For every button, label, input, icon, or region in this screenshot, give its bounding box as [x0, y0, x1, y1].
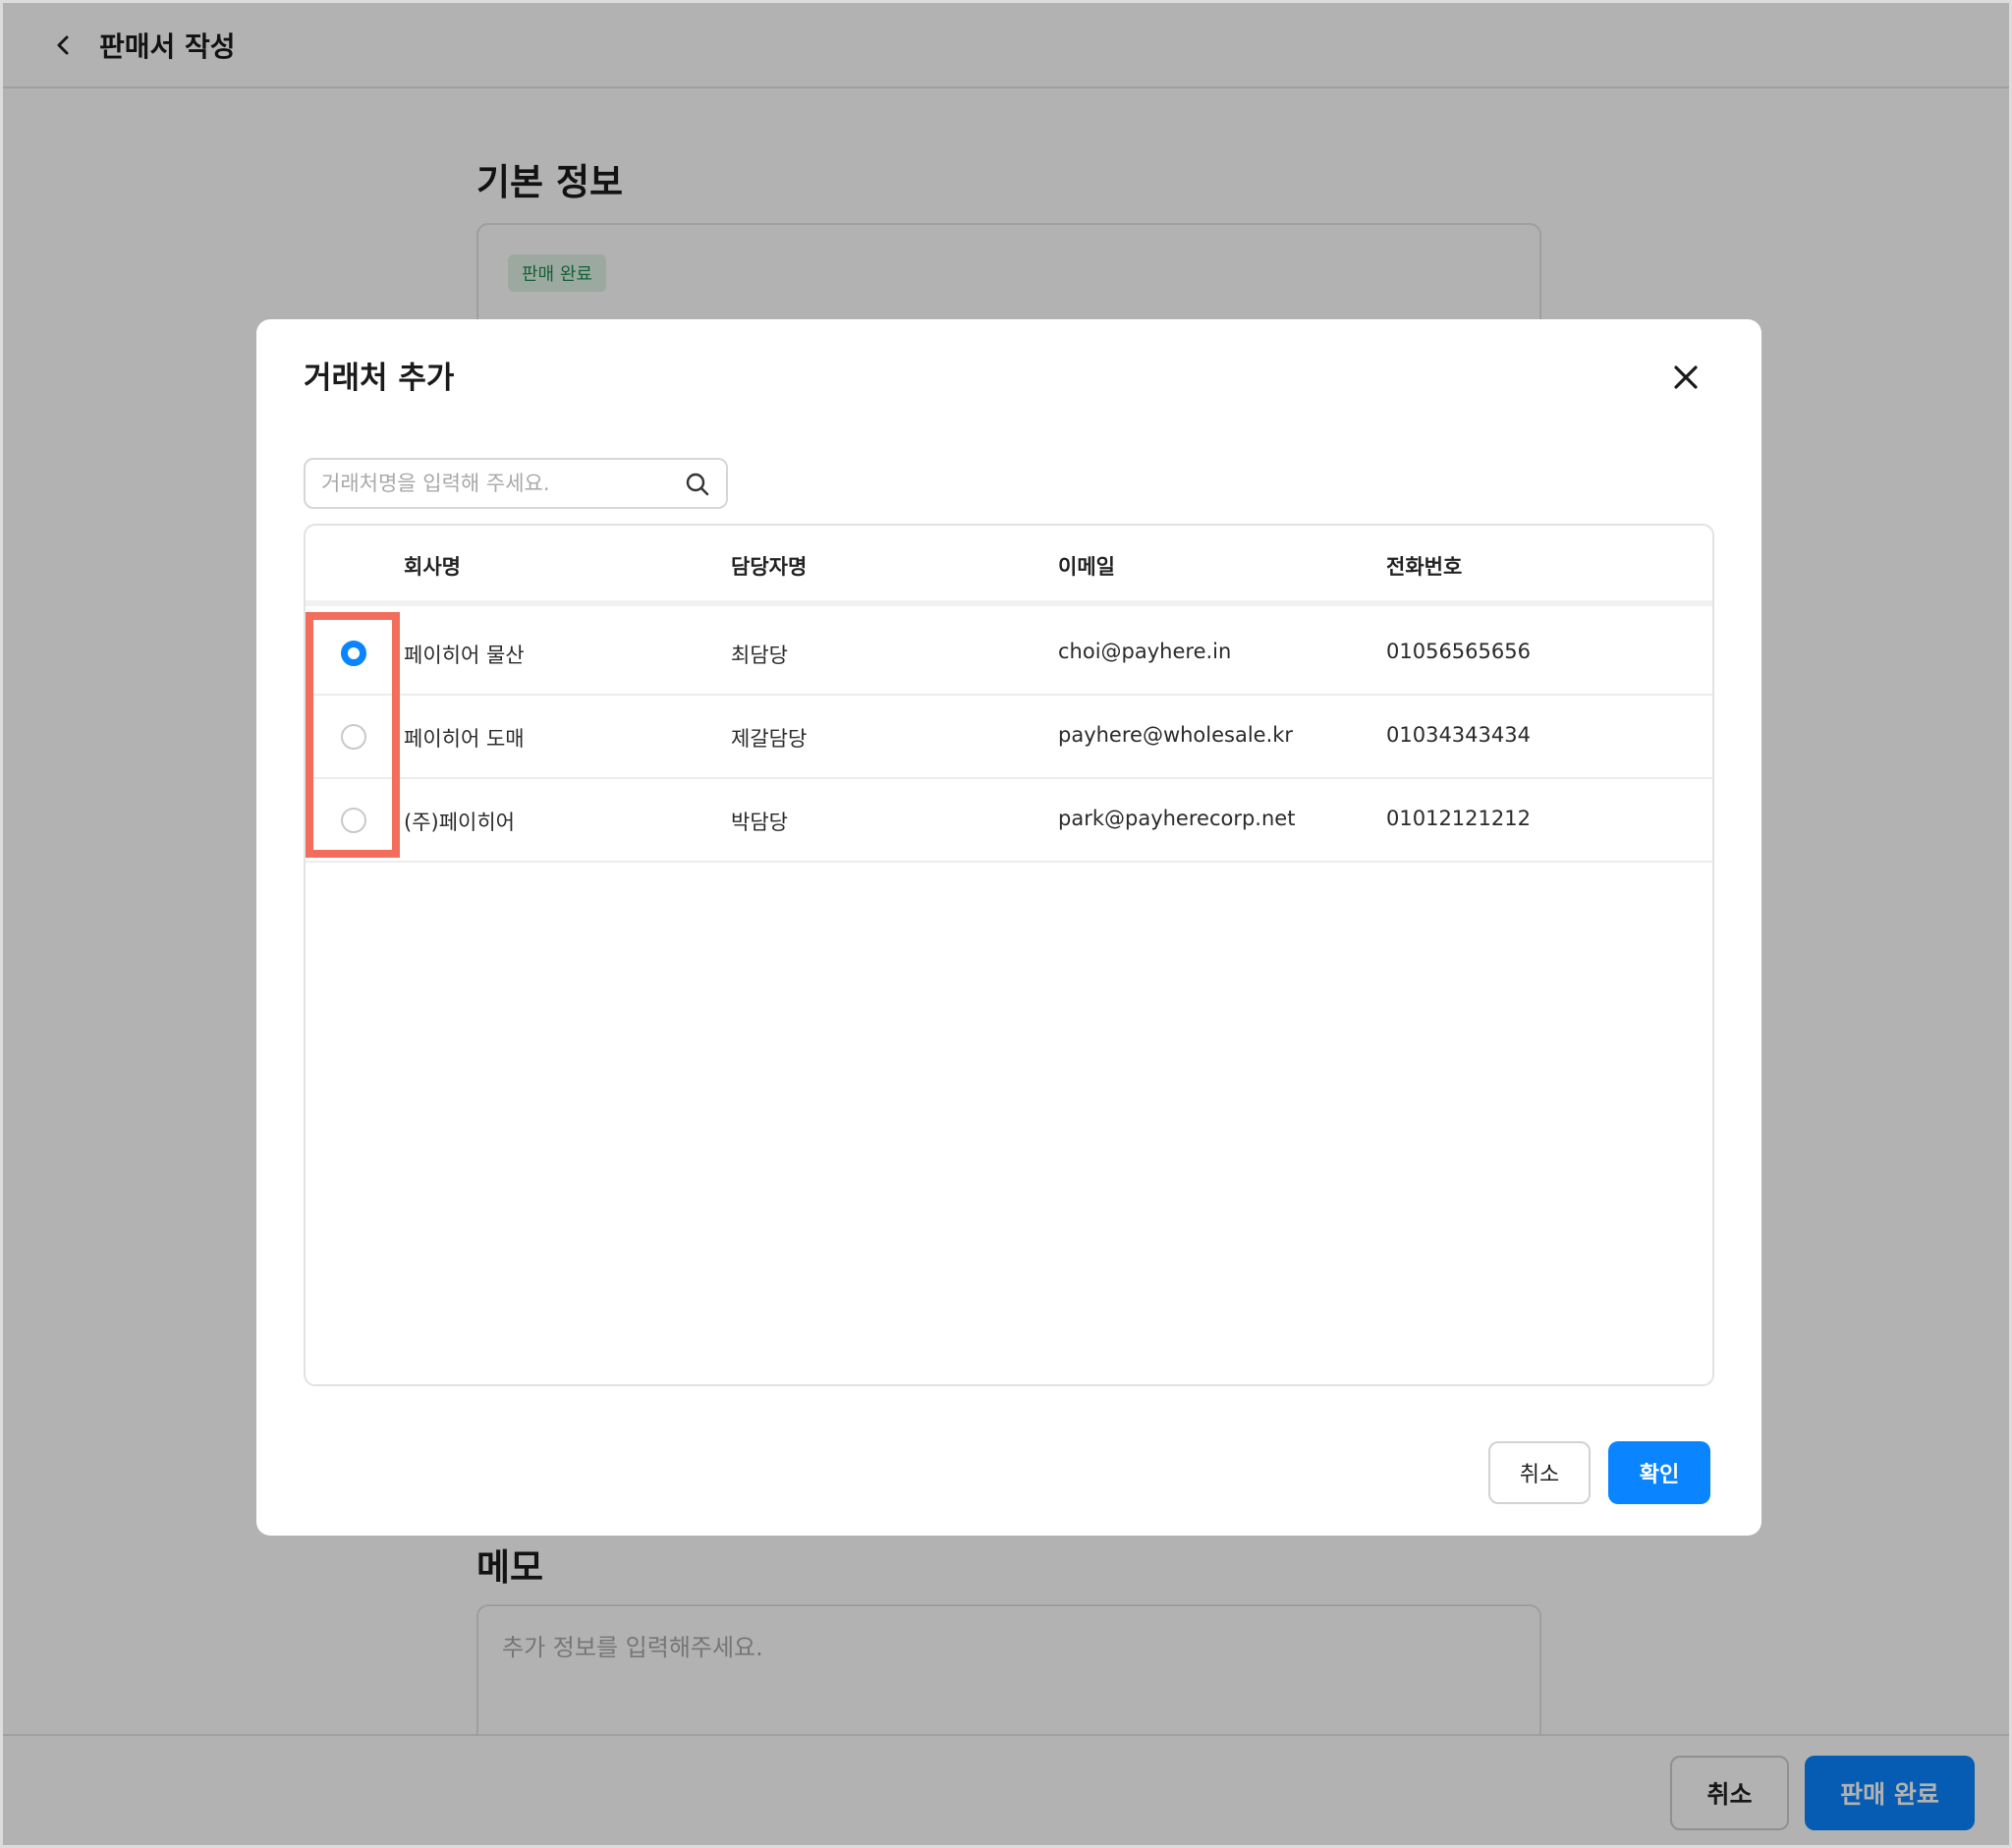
company-cell: (주)페이히어 [404, 811, 515, 834]
contact-cell: 제갈담당 [731, 727, 808, 751]
column-header-company: 회사명 [404, 555, 461, 579]
app-window: 판매서 작성 기본 정보 판매 완료 메모 추가 정보를 입력해주세요. 취소 … [0, 0, 2012, 1848]
close-icon[interactable] [1661, 353, 1710, 402]
cancel-button[interactable]: 취소 [1488, 1441, 1591, 1504]
search-input[interactable] [321, 460, 675, 507]
column-header-contact: 담당자명 [731, 555, 808, 579]
partner-table: 회사명 담당자명 이메일 전화번호 페이히어 물산 최담당 choi@payhe… [304, 524, 1714, 1386]
phone-cell: 01056565656 [1386, 640, 1531, 663]
column-header-email: 이메일 [1058, 555, 1115, 579]
add-partner-modal: 거래처 추가 회사명 담당자명 이메일 전화번호 페이히어 물산 최담당 cho… [256, 319, 1761, 1536]
column-header-phone: 전화번호 [1386, 555, 1463, 579]
contact-cell: 최담당 [731, 644, 788, 667]
email-cell: park@payherecorp.net [1058, 807, 1296, 830]
company-cell: 페이히어 물산 [404, 644, 525, 667]
email-cell: payhere@wholesale.kr [1058, 723, 1294, 747]
phone-cell: 01012121212 [1386, 807, 1531, 830]
table-row[interactable]: 페이히어 물산 최담당 choi@payhere.in 01056565656 [306, 612, 1712, 696]
modal-title: 거래처 추가 [304, 361, 455, 396]
company-cell: 페이히어 도매 [404, 727, 525, 751]
phone-cell: 01034343434 [1386, 723, 1531, 747]
table-header: 회사명 담당자명 이메일 전화번호 [306, 526, 1712, 606]
confirm-button[interactable]: 확인 [1608, 1441, 1710, 1504]
contact-cell: 박담당 [731, 811, 788, 834]
radio-column-highlight [306, 612, 400, 858]
table-row[interactable]: 페이히어 도매 제갈담당 payhere@wholesale.kr 010343… [306, 696, 1712, 779]
email-cell: choi@payhere.in [1058, 640, 1232, 663]
search-box [304, 458, 728, 509]
table-row[interactable]: (주)페이히어 박담당 park@payherecorp.net 0101212… [306, 779, 1712, 863]
search-icon[interactable] [685, 472, 710, 497]
